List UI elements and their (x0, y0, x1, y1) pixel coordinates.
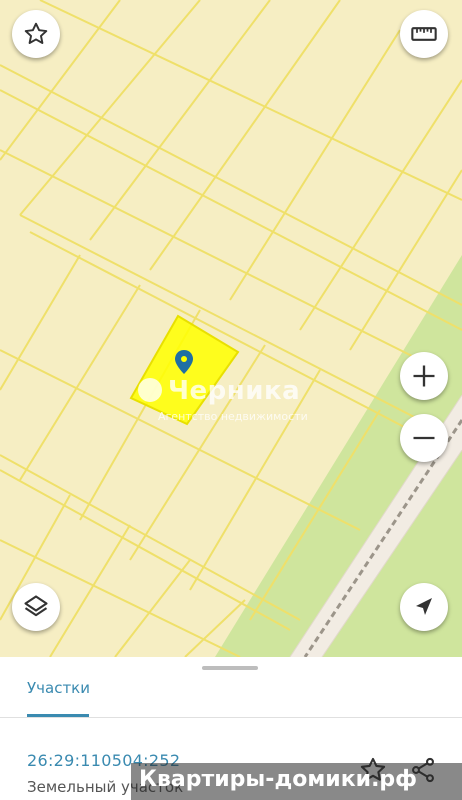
map-canvas[interactable] (0, 0, 462, 657)
navigation-arrow-icon (416, 598, 432, 615)
zoom-in-button[interactable] (400, 352, 448, 400)
tab-parcels-indicator (27, 714, 89, 717)
layers-button[interactable] (12, 583, 60, 631)
star-icon (24, 22, 48, 44)
favorite-button[interactable] (12, 10, 60, 58)
divider (0, 717, 462, 718)
map-view[interactable]: Черника Агентство недвижимости (0, 0, 462, 657)
plus-icon (413, 365, 435, 387)
ruler-button[interactable] (400, 10, 448, 58)
minus-icon (413, 436, 435, 440)
ruler-icon (411, 27, 437, 41)
locate-button[interactable] (400, 583, 448, 631)
brand-watermark: Квартиры-домики.рф (131, 763, 462, 800)
zoom-out-button[interactable] (400, 414, 448, 462)
tab-parcels[interactable]: Участки (27, 679, 90, 697)
sheet-drag-handle[interactable] (202, 666, 258, 670)
brand-text: Квартиры-домики.рф (139, 767, 417, 792)
layers-icon (24, 595, 48, 617)
